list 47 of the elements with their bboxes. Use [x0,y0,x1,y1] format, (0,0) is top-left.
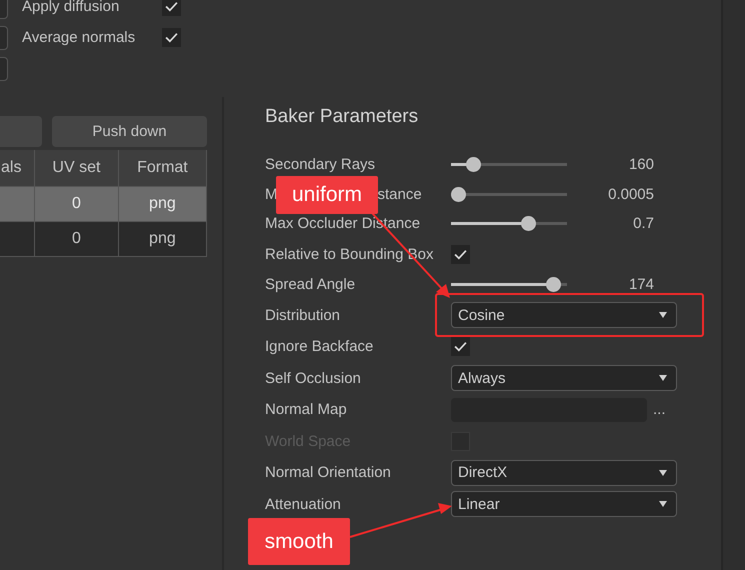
browse-button[interactable]: ... [653,401,666,418]
checkbox[interactable] [451,244,470,264]
callout-label: smooth [248,518,350,565]
column-header[interactable]: Format [118,150,206,186]
param-label: Attenuation [265,496,341,513]
checkmark-icon [454,341,467,352]
caret-icon [659,375,667,382]
push-down-button[interactable]: Push down [52,116,207,147]
callout-label: uniform [276,176,378,214]
table-cell: png [149,230,176,247]
caret-icon [659,470,667,476]
slider-thumb[interactable] [451,186,466,202]
checkbox[interactable] [451,337,470,356]
param-label: stance [378,186,422,203]
checkbox[interactable] [162,0,181,16]
dropdown[interactable]: Always [451,365,677,392]
checkmark-icon [165,1,178,12]
param-label: Distribution [265,306,340,324]
slider-thumb[interactable] [546,277,561,292]
param-label: Normal Map [265,401,347,418]
param-label: Spread Angle [265,276,356,294]
param-label: Self Occlusion [265,370,361,387]
checkmark-icon [165,32,178,43]
table-cell: 0 [72,230,81,247]
dropdown[interactable]: DirectX [451,460,677,486]
panel-title: Baker Parameters [265,105,420,129]
slider-value: 160 [628,156,654,174]
caret-icon [659,312,667,318]
dropdown[interactable]: Cosine [451,302,677,328]
slider-thumb[interactable] [520,216,536,232]
option-label: Average normals [22,29,136,46]
checkmark-icon [454,248,467,260]
param-label: Ignore Backface [265,338,374,356]
slider-thumb[interactable] [466,157,482,172]
column-header[interactable]: UV set [34,150,118,186]
caret-icon [659,501,667,508]
option-label: Apply diffusion [22,0,120,15]
slider-value: 0.7 [633,215,654,232]
param-label: Secondary Rays [265,156,376,174]
dropdown[interactable]: Linear [451,491,677,518]
table-cell: 0 [72,195,81,212]
param-label: Normal Orientation [265,464,391,482]
checkbox[interactable] [162,28,181,47]
column-header[interactable]: als [0,150,34,186]
slider-value: 174 [628,276,654,294]
table-cell: png [149,195,176,212]
slider-value: 0.0005 [608,186,654,203]
